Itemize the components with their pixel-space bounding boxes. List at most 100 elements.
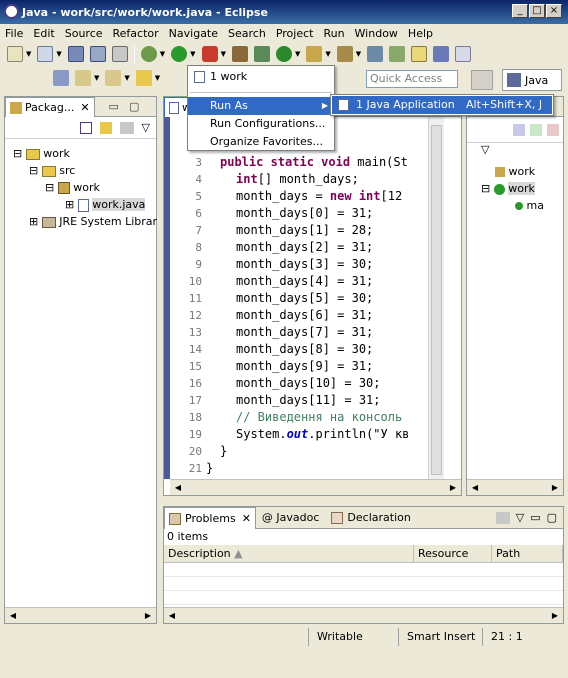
tab-javadoc[interactable]: @ Javadoc	[256, 511, 326, 524]
menu-item-run-configurations[interactable]: Run Configurations...	[188, 115, 334, 133]
menu-window[interactable]: Window	[350, 27, 403, 40]
at-icon: @	[261, 511, 273, 524]
tab-declaration[interactable]: Declaration	[325, 511, 416, 524]
focus-icon[interactable]	[119, 121, 134, 134]
maximize-button[interactable]: □	[529, 4, 545, 18]
minimize-view-icon[interactable]: ▭	[109, 100, 119, 113]
sort-icon[interactable]	[513, 123, 525, 136]
debug-icon[interactable]	[140, 46, 157, 62]
menu-help[interactable]: Help	[403, 27, 438, 40]
method-icon	[515, 202, 523, 210]
menu-refactor[interactable]: Refactor	[108, 27, 164, 40]
run-dropdown-menu: 1 work Run As ▶ Run Configurations... Or…	[187, 65, 335, 151]
hide-fields-icon[interactable]	[530, 123, 542, 136]
menu-project[interactable]: Project	[271, 27, 319, 40]
package-icon	[57, 182, 70, 194]
horizontal-scrollbar[interactable]: ◀ ▶	[5, 607, 156, 623]
menu-item-organize-favorites[interactable]: Organize Favorites...	[188, 133, 334, 151]
status-bar: Writable Smart Insert 21 : 1	[0, 626, 568, 648]
hide-static-icon[interactable]	[547, 123, 559, 136]
status-writable: Writable	[308, 628, 398, 646]
back-icon[interactable]	[135, 70, 152, 86]
new-class-icon[interactable]	[275, 46, 292, 62]
save-icon[interactable]	[67, 46, 84, 62]
tab-problems[interactable]: Problems ✕	[164, 507, 256, 529]
search-icon[interactable]	[336, 46, 353, 62]
tree-item-src[interactable]: ⊟ src	[13, 162, 156, 179]
maximize-view-icon[interactable]: ▢	[547, 511, 557, 524]
minimize-button[interactable]: _	[512, 4, 528, 18]
run-icon[interactable]	[171, 46, 188, 62]
vertical-scrollbar[interactable]	[428, 117, 444, 479]
problems-table-body	[164, 563, 563, 605]
tab-package-explorer[interactable]: Packag... ✕	[5, 97, 95, 117]
block-selection-icon[interactable]	[433, 46, 450, 62]
java-perspective-button[interactable]: Java	[502, 69, 562, 91]
eclipse-icon	[4, 4, 19, 19]
menu-source[interactable]: Source	[60, 27, 108, 40]
new-project-icon[interactable]	[37, 46, 54, 62]
outline-view: ▽ work ⊟ work ma ◀ ▶	[466, 96, 564, 496]
view-menu-icon[interactable]: ▽	[142, 121, 150, 134]
maximize-view-icon[interactable]: ▢	[129, 100, 139, 113]
package-icon	[495, 167, 505, 177]
quick-access-input[interactable]: Quick Access	[366, 70, 458, 88]
save-all-icon[interactable]	[89, 46, 106, 62]
close-icon[interactable]: ✕	[80, 101, 89, 114]
outline-tree: work ⊟ work ma	[467, 159, 563, 214]
menu-item-1-work[interactable]: 1 work	[188, 66, 334, 88]
outline-menu-icon[interactable]: ▽	[467, 143, 563, 159]
minimize-view-icon[interactable]: ▭	[530, 511, 540, 524]
skip-breakpoints-icon[interactable]	[53, 70, 69, 86]
menu-run[interactable]: Run	[318, 27, 349, 40]
problems-horizontal-scrollbar[interactable]: ◀ ▶	[164, 607, 563, 623]
outline-item-method[interactable]: ma	[495, 197, 563, 214]
window-title: Java - work/src/work/work.java - Eclipse	[22, 5, 268, 19]
open-type-icon[interactable]	[306, 46, 323, 62]
java-file-icon	[77, 198, 89, 212]
new-package-icon[interactable]	[253, 46, 270, 62]
code-text[interactable]: k { public static void main(St int[] mon…	[206, 137, 428, 477]
open-task-icon[interactable]	[367, 46, 384, 62]
menu-file[interactable]: File	[0, 27, 28, 40]
show-whitespace-icon[interactable]	[455, 46, 472, 62]
editor-horizontal-scrollbar[interactable]: ◀ ▶	[170, 479, 461, 495]
close-button[interactable]: ×	[546, 4, 562, 18]
menu-item-run-as[interactable]: Run As ▶	[188, 97, 334, 115]
column-path[interactable]: Path	[492, 545, 563, 562]
package-explorer-icon	[10, 101, 22, 114]
new-icon[interactable]	[7, 46, 23, 62]
tree-item-jre[interactable]: ⊞ JRE System Librar	[13, 213, 157, 230]
toggle-breadcrumb-icon[interactable]	[389, 46, 406, 62]
tree-item-java-file[interactable]: ⊞ work.java	[13, 196, 156, 213]
link-with-editor-icon[interactable]	[99, 121, 112, 134]
previous-annotation-icon[interactable]	[105, 70, 122, 86]
main-toolbar: ▼ ▼ ▼ ▼ ▼ ▼ ▼ ▼	[4, 42, 564, 66]
title-bar: Java - work/src/work/work.java - Eclipse…	[0, 0, 568, 24]
shortcut-label: Alt+Shift+X, J	[466, 98, 543, 111]
new-java-project-icon[interactable]	[231, 46, 248, 62]
open-perspective-icon[interactable]	[471, 70, 493, 90]
view-menu-icon[interactable]: ▽	[516, 511, 524, 524]
outline-horizontal-scrollbar[interactable]: ◀ ▶	[467, 479, 563, 495]
focus-icon[interactable]	[495, 511, 510, 524]
menu-edit[interactable]: Edit	[28, 27, 59, 40]
next-annotation-icon[interactable]	[75, 70, 91, 86]
column-resource[interactable]: Resource	[414, 545, 492, 562]
print-icon[interactable]	[111, 46, 128, 62]
menu-navigate[interactable]: Navigate	[164, 27, 223, 40]
collapse-all-icon[interactable]	[79, 121, 92, 134]
close-icon[interactable]: ✕	[242, 512, 251, 525]
tree-item-package[interactable]: ⊟ work	[13, 179, 156, 196]
menu-search[interactable]: Search	[223, 27, 271, 40]
java-application-icon	[338, 99, 349, 111]
scroll-thumb[interactable]	[431, 125, 442, 475]
outline-item-class[interactable]: ⊟ work	[481, 180, 563, 197]
external-tools-icon[interactable]	[201, 46, 218, 62]
menu-item-java-application[interactable]: 1 Java Application Alt+Shift+X, J	[332, 96, 552, 114]
column-description[interactable]: Description ▲	[164, 545, 414, 562]
outline-item-package[interactable]: work	[495, 163, 563, 180]
library-icon	[41, 216, 56, 228]
tree-item-project[interactable]: ⊟ work	[13, 145, 156, 162]
mark-occurrences-icon[interactable]	[411, 46, 428, 62]
